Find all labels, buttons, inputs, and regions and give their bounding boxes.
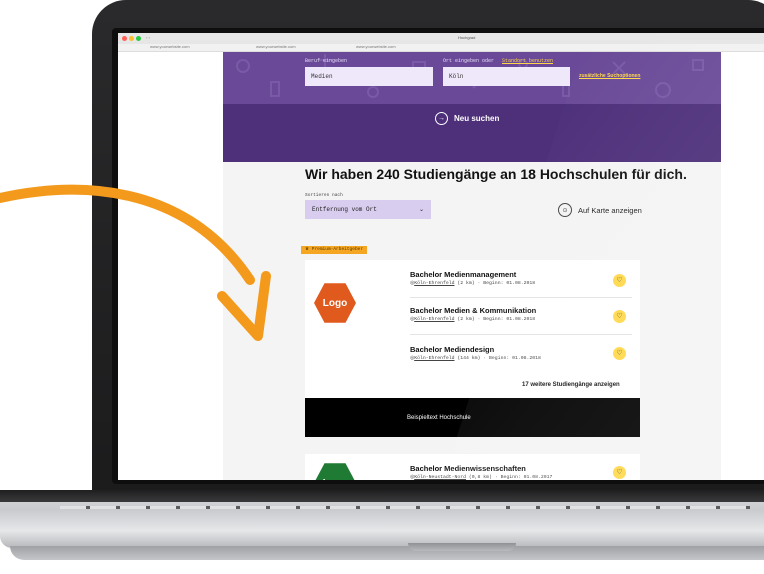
place-input[interactable]: Köln (443, 67, 570, 86)
course-location-link[interactable]: Köln-Ehrenfeld (414, 281, 454, 286)
browser-tab-bar: www.yourwebsite.com www.yourwebsite.com … (118, 44, 764, 52)
more-courses-link[interactable]: 17 weitere Studiengänge anzeigen (522, 382, 620, 388)
new-search-label: Neu suchen (454, 114, 500, 123)
course-item[interactable]: Bachelor Medienwissenschaften ◎Köln-Neus… (410, 464, 630, 480)
pointer-arrow (0, 184, 271, 341)
sort-label: Sortieren nach (305, 193, 343, 198)
window-title: Hochgrad (458, 35, 476, 40)
course-meta: ◎Köln-Ehrenfeld (144 km) · Beginn: 01.08… (410, 356, 541, 361)
course-meta: ◎Köln-Neustadt-Nord (0,8 km) · Beginn: 0… (410, 475, 553, 480)
favorite-heart-button[interactable]: ♡ (613, 466, 626, 479)
university-banner[interactable]: Beispieltext Hochschule (305, 398, 640, 437)
job-field-label: Beruf eingeben (305, 58, 348, 64)
chevron-down-icon: ⌄ (418, 206, 424, 213)
course-location-link[interactable]: Köln-Ehrenfeld (414, 317, 454, 322)
favorite-heart-button[interactable]: ♡ (613, 347, 626, 360)
new-search-button[interactable]: → Neu suchen (435, 112, 499, 125)
back-arrow-icon[interactable]: ‹ › (146, 35, 150, 40)
arrow-right-circle-icon: → (435, 112, 448, 125)
course-meta: ◎Köln-Ehrenfeld (2 km) · Beginn: 01.08.2… (410, 317, 536, 322)
sort-select-value: Entfernung vom Ort (312, 206, 377, 213)
divider (410, 297, 632, 298)
laptop-base-edge (10, 546, 764, 560)
sort-select[interactable]: Entfernung vom Ort ⌄ (305, 200, 431, 219)
extra-search-options-link[interactable]: zusätzliche Suchoptionen (579, 73, 640, 79)
course-item[interactable]: Bachelor Medien & Kommunikation ◎Köln-Eh… (410, 306, 630, 322)
results-headline: Wir haben 240 Studiengänge an 18 Hochsch… (305, 166, 687, 182)
show-on-map-label: Auf Karte anzeigen (578, 205, 642, 215)
tab-2[interactable]: www.yourwebsite.com (256, 44, 296, 49)
close-window-button[interactable] (122, 36, 127, 41)
course-title[interactable]: Bachelor Medienwissenschaften (410, 464, 630, 473)
laptop-hinge (0, 490, 764, 502)
tab-3[interactable]: www.yourwebsite.com (356, 44, 396, 49)
course-title[interactable]: Bachelor Medienmanagement (410, 270, 630, 279)
tab-1[interactable]: www.yourwebsite.com (150, 44, 190, 49)
search-hero: Beruf eingeben Medien Ort eingeben oder … (223, 52, 721, 162)
job-input[interactable]: Medien (305, 67, 433, 86)
course-meta: ◎Köln-Ehrenfeld (2 km) · Beginn: 01.08.2… (410, 281, 536, 286)
laptop-notch (408, 543, 516, 551)
course-title[interactable]: Bachelor Medien & Kommunikation (410, 306, 630, 315)
minimize-window-button[interactable] (129, 36, 134, 41)
course-location-link[interactable]: Köln-Neustadt-Nord (414, 475, 466, 480)
crown-icon: ♛ (305, 247, 312, 252)
favorite-heart-button[interactable]: ♡ (613, 310, 626, 323)
course-item[interactable]: Bachelor Medienmanagement ◎Köln-Ehrenfel… (410, 270, 630, 286)
show-on-map-link[interactable]: ⊙ Auf Karte anzeigen (558, 203, 642, 217)
map-pin-icon: ⊙ (558, 203, 572, 217)
divider (410, 334, 632, 335)
maximize-window-button[interactable] (136, 36, 141, 41)
course-title[interactable]: Bachelor Mediendesign (410, 345, 630, 354)
keyboard-row (60, 506, 750, 509)
use-location-link[interactable]: Standort benutzen (502, 58, 553, 64)
course-location-link[interactable]: Köln-Ehrenfeld (414, 356, 454, 361)
premium-badge: ♛ Premium-Arbeitgeber (301, 246, 368, 254)
favorite-heart-button[interactable]: ♡ (613, 274, 626, 287)
course-item[interactable]: Bachelor Mediendesign ◎Köln-Ehrenfeld (1… (410, 345, 630, 361)
place-field-label-prefix: Ort eingeben oder (443, 58, 495, 64)
